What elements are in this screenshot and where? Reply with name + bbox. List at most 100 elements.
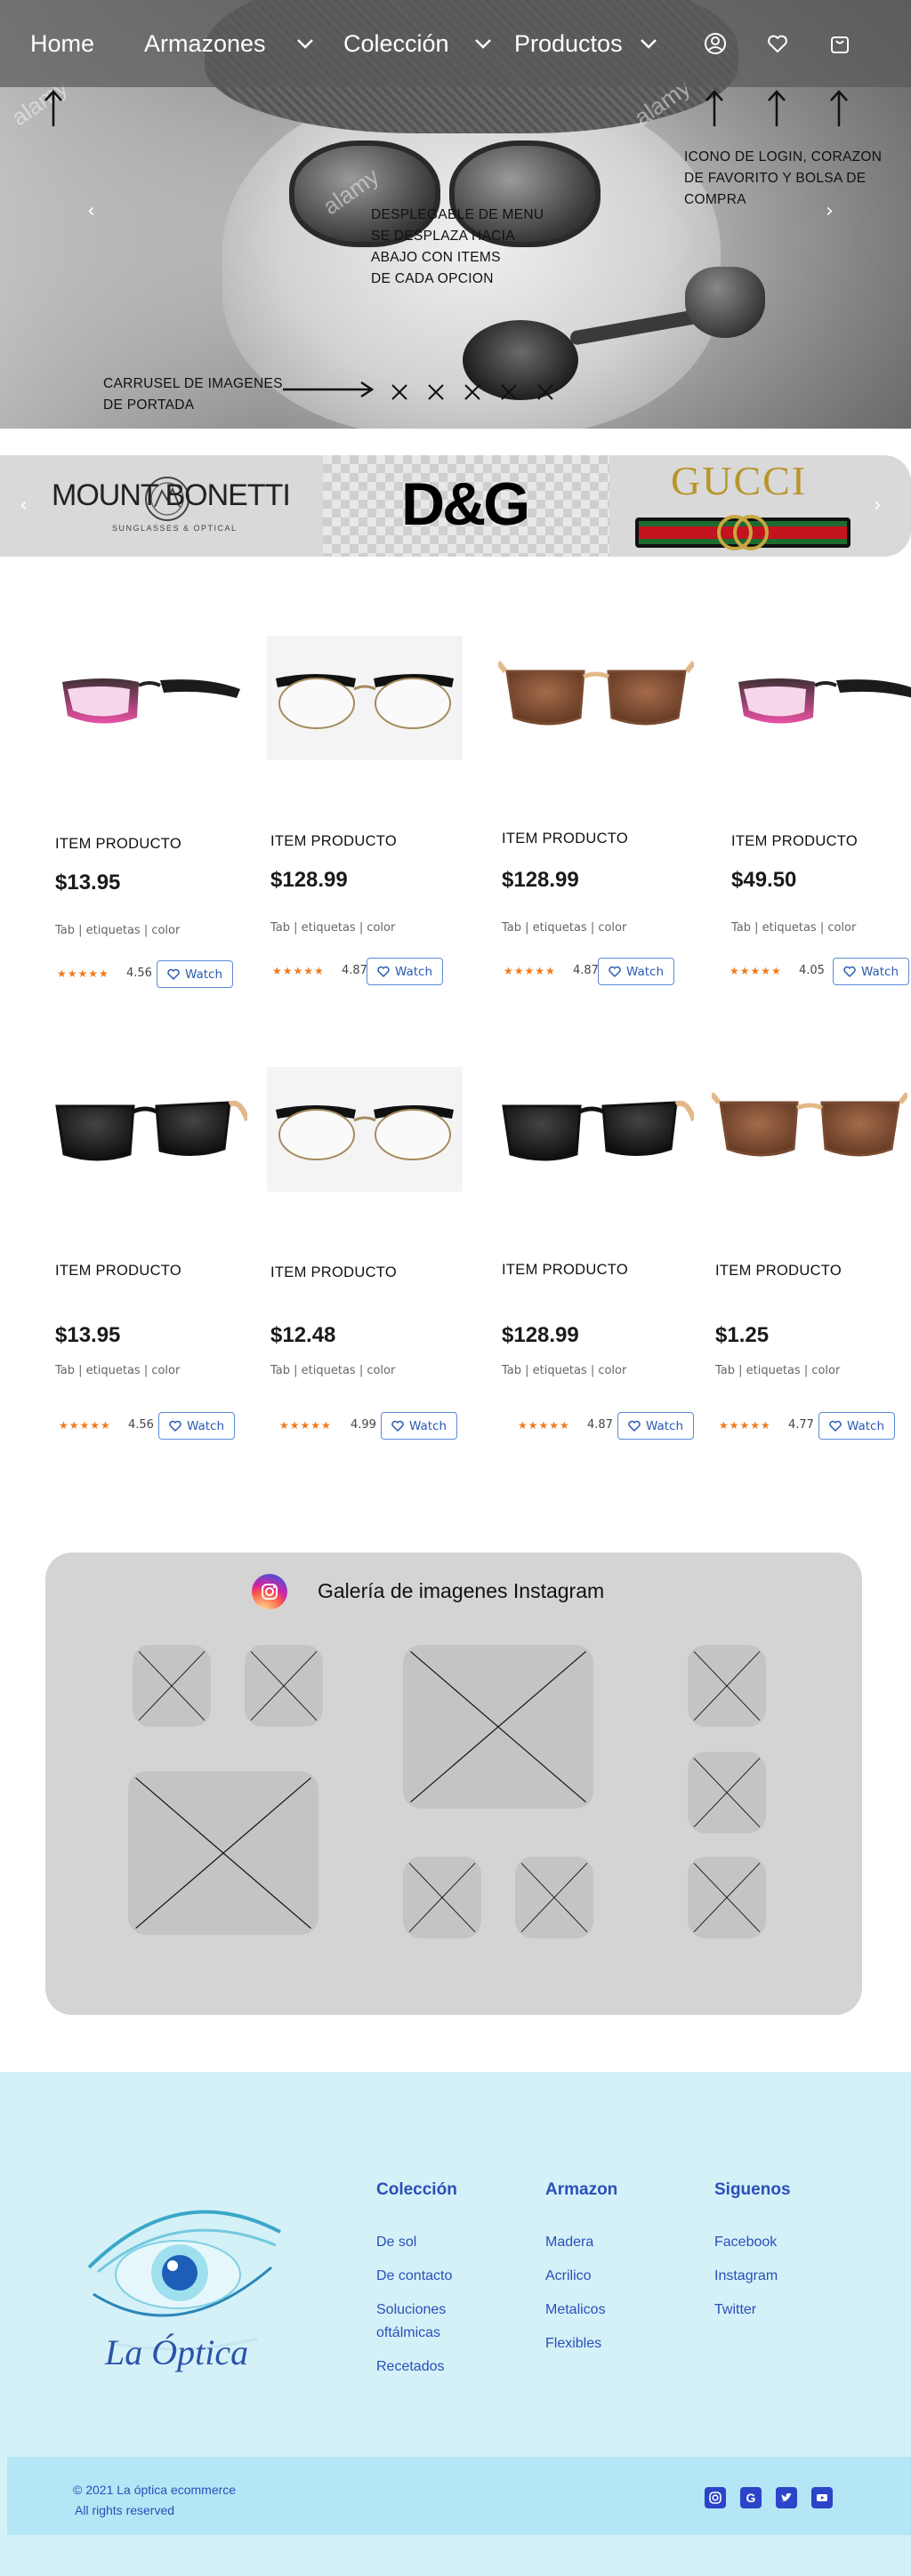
- product-name[interactable]: ITEM PRODUCTO: [715, 1263, 842, 1280]
- watch-button[interactable]: Watch: [381, 1412, 457, 1440]
- product-price: $1.25: [715, 1323, 770, 1347]
- product-image[interactable]: [496, 636, 697, 760]
- gallery-image-placeholder[interactable]: [688, 1752, 766, 1834]
- watch-button[interactable]: Watch: [598, 958, 674, 985]
- footer-link[interactable]: Acrilico: [545, 2265, 592, 2288]
- product-image[interactable]: [52, 1067, 250, 1192]
- product-tags: Tab | etiquetas | color: [55, 924, 181, 937]
- brand-mount-bonetti[interactable]: MOUNT BONETTI SUNGLASSES & OPTICAL: [36, 455, 320, 557]
- shopping-bag-icon[interactable]: [828, 32, 851, 55]
- watch-button[interactable]: Watch: [617, 1412, 694, 1440]
- product-image[interactable]: [498, 1067, 697, 1192]
- product-name[interactable]: ITEM PRODUCTO: [731, 833, 858, 850]
- product-image[interactable]: [267, 636, 463, 760]
- instagram-icon[interactable]: [252, 1574, 287, 1609]
- footer-link[interactable]: Flexibles: [545, 2332, 601, 2355]
- product-card[interactable]: ITEM PRODUCTO $128.99 Tab | etiquetas | …: [267, 636, 463, 985]
- carousel-dot[interactable]: [534, 381, 557, 404]
- footer-link[interactable]: Twitter: [714, 2299, 756, 2322]
- youtube-icon[interactable]: [811, 2487, 833, 2508]
- brand-dg[interactable]: D&G: [323, 455, 609, 557]
- product-card[interactable]: ITEM PRODUCTO $49.50 Tab | etiquetas | c…: [728, 636, 911, 985]
- gallery-image-placeholder[interactable]: [245, 1645, 323, 1727]
- carousel-next-button[interactable]: ›: [826, 200, 840, 222]
- carousel-annotation: CARRUSEL DE IMAGENES DE PORTADA: [103, 376, 283, 413]
- footer-link[interactable]: Instagram: [714, 2265, 778, 2288]
- instagram-gallery: Galería de imagenes Instagram: [45, 1553, 862, 2015]
- user-circle-icon[interactable]: [704, 32, 727, 55]
- nav-coleccion[interactable]: Colección: [343, 30, 449, 58]
- heart-icon: [167, 968, 180, 980]
- watch-button[interactable]: Watch: [157, 960, 233, 988]
- product-name[interactable]: ITEM PRODUCTO: [502, 1262, 628, 1279]
- product-image[interactable]: [728, 636, 911, 760]
- rating-value: 4.99: [351, 1418, 376, 1432]
- carousel-dot[interactable]: [497, 381, 520, 404]
- rating-value: 4.56: [126, 967, 152, 980]
- footer-link[interactable]: Madera: [545, 2231, 593, 2254]
- gallery-image-placeholder[interactable]: [688, 1645, 766, 1727]
- gallery-image-placeholder[interactable]: [133, 1645, 211, 1727]
- product-tags: Tab | etiquetas | color: [502, 921, 627, 935]
- footer-link[interactable]: De sol: [376, 2231, 416, 2254]
- product-card[interactable]: ITEM PRODUCTO $13.95 Tab | etiquetas | c…: [52, 1067, 250, 1440]
- footer-link[interactable]: Metalicos: [545, 2299, 606, 2322]
- product-name[interactable]: ITEM PRODUCTO: [502, 831, 628, 847]
- nav-productos[interactable]: Productos: [514, 30, 623, 58]
- nav-armazones[interactable]: Armazones: [144, 30, 266, 58]
- brand-next-button[interactable]: ›: [874, 494, 882, 517]
- product-name[interactable]: ITEM PRODUCTO: [55, 836, 181, 853]
- carousel-dot[interactable]: [424, 381, 447, 404]
- gallery-image-placeholder[interactable]: [128, 1771, 318, 1935]
- gallery-image-placeholder[interactable]: [688, 1857, 766, 1938]
- product-card[interactable]: ITEM PRODUCTO $128.99 Tab | etiquetas | …: [496, 636, 697, 985]
- product-name[interactable]: ITEM PRODUCTO: [270, 1264, 397, 1281]
- footer-link[interactable]: De contacto: [376, 2265, 452, 2288]
- watch-button[interactable]: Watch: [158, 1412, 235, 1440]
- product-card[interactable]: ITEM PRODUCTO $1.25 Tab | etiquetas | co…: [709, 1067, 910, 1440]
- chevron-down-icon[interactable]: [295, 36, 315, 51]
- product-name[interactable]: ITEM PRODUCTO: [55, 1263, 181, 1280]
- nav-home[interactable]: Home: [30, 30, 94, 58]
- twitter-icon[interactable]: [776, 2487, 797, 2508]
- hero-carousel[interactable]: alamy alamy alamy Home Armazones Colecci…: [0, 0, 911, 429]
- heart-icon[interactable]: [766, 32, 789, 55]
- product-card[interactable]: ITEM PRODUCTO $128.99 Tab | etiquetas | …: [498, 1067, 697, 1440]
- product-card[interactable]: ITEM PRODUCTO $12.48 Tab | etiquetas | c…: [267, 1067, 463, 1440]
- chevron-down-icon[interactable]: [473, 36, 493, 51]
- icons-annotation: ICONO DE LOGIN, CORAZON DE FAVORITO Y BO…: [684, 149, 883, 207]
- footer-link[interactable]: Recetados: [376, 2355, 445, 2379]
- heart-icon: [609, 966, 621, 977]
- footer-link[interactable]: Facebook: [714, 2231, 777, 2254]
- product-image[interactable]: [52, 636, 247, 760]
- la-optica-logo[interactable]: La Óptica: [80, 2170, 294, 2383]
- product-image[interactable]: [709, 1067, 910, 1192]
- brand-name: GUCCI: [671, 458, 808, 503]
- arrow-up-icon: [44, 90, 62, 126]
- watch-label: Watch: [846, 1418, 885, 1433]
- gallery-image-placeholder[interactable]: [403, 1857, 481, 1938]
- chevron-down-icon[interactable]: [639, 36, 658, 51]
- gallery-image-placeholder[interactable]: [515, 1857, 593, 1938]
- product-price: $128.99: [502, 1323, 579, 1347]
- carousel-dot[interactable]: [461, 381, 484, 404]
- brand-gucci[interactable]: GUCCI: [614, 455, 872, 557]
- carousel-dot[interactable]: [388, 381, 411, 404]
- gallery-image-placeholder[interactable]: [403, 1645, 593, 1809]
- brand-prev-button[interactable]: ‹: [20, 494, 28, 517]
- watch-button[interactable]: Watch: [833, 958, 909, 985]
- footer-link[interactable]: Soluciones oftálmicas: [376, 2299, 483, 2345]
- product-name[interactable]: ITEM PRODUCTO: [270, 833, 397, 850]
- rating-stars: ★★★★★: [59, 1419, 111, 1432]
- instagram-icon[interactable]: [705, 2487, 726, 2508]
- logo-text: La Óptica: [105, 2332, 249, 2372]
- heart-icon: [391, 1420, 404, 1432]
- product-image[interactable]: [267, 1067, 463, 1192]
- page: alamy alamy alamy Home Armazones Colecci…: [0, 0, 911, 2576]
- carousel-prev-button[interactable]: ‹: [87, 200, 101, 222]
- product-tags: Tab | etiquetas | color: [55, 1364, 181, 1377]
- google-icon[interactable]: G: [740, 2487, 762, 2508]
- product-card[interactable]: ITEM PRODUCTO $13.95 Tab | etiquetas | c…: [52, 636, 247, 988]
- watch-button[interactable]: Watch: [367, 958, 443, 985]
- watch-button[interactable]: Watch: [818, 1412, 895, 1440]
